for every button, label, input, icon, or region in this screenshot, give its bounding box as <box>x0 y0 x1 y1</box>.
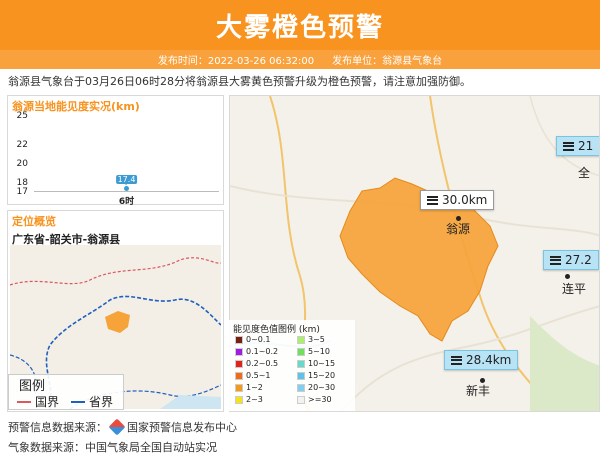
station-value-wengyuan: 30.0km <box>442 193 488 207</box>
visibility-legend-title: 能见度色值图例 (km) <box>233 325 320 335</box>
place-label-lianping: 连平 <box>562 282 587 296</box>
visibility-swatch <box>297 371 305 380</box>
visibility-swatch <box>235 347 243 356</box>
visibility-legend-item: 2~3 <box>235 395 263 404</box>
station-callout-lianping[interactable]: 27.2 <box>543 250 599 270</box>
visibility-legend-item: 20~30 <box>297 383 335 392</box>
warning-center-logo-icon <box>108 418 126 436</box>
place-label-wengyuan: 翁源 <box>446 222 471 236</box>
weather-source-line: 气象数据来源：中国气象局全国自动站实况 <box>8 439 217 455</box>
warning-title: 大雾橙色预警 <box>215 12 384 43</box>
visibility-swatch <box>235 395 243 404</box>
visibility-range-label: 1~2 <box>246 383 263 392</box>
visibility-swatch <box>235 383 243 392</box>
visibility-swatch <box>297 383 305 392</box>
visibility-swatch <box>297 335 305 344</box>
visibility-range-label: 20~30 <box>308 383 336 392</box>
visibility-range-label: 2~3 <box>246 395 263 404</box>
visibility-legend-item: 0.5~1 <box>235 371 271 380</box>
y-tick-label: 17 <box>16 187 28 197</box>
station-value-xinfeng: 28.4km <box>466 353 512 367</box>
y-tick-label: 18 <box>16 177 28 188</box>
province-border-swatch <box>71 400 85 403</box>
visibility-swatch <box>297 359 305 368</box>
place-label-xinfeng: 新丰 <box>466 384 491 398</box>
warning-source-line: 预警信息数据来源： 国家预警信息发布中心 <box>8 418 237 436</box>
warning-meta-bar: 发布时间：2022-03-26 06:32:00 发布单位：翁源县气象台 <box>0 50 600 69</box>
visibility-range-label: 5~10 <box>308 347 330 356</box>
visibility-range-label: 10~15 <box>308 359 336 368</box>
visibility-chart-title: 翁源当地能见度实况(km) <box>12 100 140 113</box>
y-tick-label: 22 <box>16 139 28 150</box>
visibility-range-label: 3~5 <box>308 335 325 344</box>
visibility-legend-item: 15~20 <box>297 371 335 380</box>
national-border-swatch <box>17 400 31 403</box>
visibility-swatch <box>297 347 305 356</box>
menu-icon <box>451 355 462 365</box>
y-tick-label: 25 <box>16 111 28 121</box>
visibility-range-label: 0~0.1 <box>246 335 271 344</box>
visibility-legend-item: 0.2~0.5 <box>235 359 278 368</box>
visibility-range-label: 0.2~0.5 <box>246 359 279 368</box>
warning-title-banner: 大雾橙色预警 <box>0 0 600 50</box>
visibility-legend-item: 5~10 <box>297 347 330 356</box>
warning-content: 翁源县气象台于03月26日06时28分将翁源县大雾黄色预警升级为橙色预警，请注意… <box>8 75 471 88</box>
legend-national-border: 国界 <box>17 393 59 410</box>
chart-data-label: 17.4 <box>115 175 138 186</box>
visibility-legend-item: 0~0.1 <box>235 335 271 344</box>
warning-source-label: 预警信息数据来源： <box>8 421 107 434</box>
visibility-legend-item: >=30 <box>297 395 332 404</box>
chart-plot-area: 17.4 <box>34 116 219 192</box>
location-legend: 图例 国界 省界 <box>8 374 124 410</box>
visibility-range-label: >=30 <box>308 395 332 404</box>
publish-time: 发布时间：2022-03-26 06:32:00 <box>157 56 315 67</box>
menu-icon <box>563 141 574 151</box>
publisher: 发布单位：翁源县气象台 <box>332 56 443 67</box>
visibility-range-label: 0.5~1 <box>246 371 271 380</box>
station-callout-wengyuan[interactable]: 30.0km <box>420 190 495 210</box>
chart-y-axis: 25 22 20 18 17 <box>12 111 30 197</box>
visibility-range-label: 15~20 <box>308 371 336 380</box>
visibility-legend-item: 3~5 <box>297 335 325 344</box>
legend-province-border: 省界 <box>71 393 113 410</box>
legend-province-border-label: 省界 <box>89 395 114 409</box>
visibility-swatch <box>297 395 305 404</box>
visibility-range-label: 0.1~0.2 <box>246 347 279 356</box>
legend-title: 图例 <box>19 379 46 394</box>
visibility-swatch <box>235 335 243 344</box>
visibility-legend-item: 1~2 <box>235 383 263 392</box>
visibility-color-legend: 能见度色值图例 (km) 0~0.1 0.1~0.2 0.2~0.5 0.5~1 1~2… <box>229 320 355 411</box>
station-value-lianping: 27.2 <box>565 253 592 267</box>
visibility-legend-item: 10~15 <box>297 359 335 368</box>
legend-national-border-label: 国界 <box>35 395 60 409</box>
visibility-swatch <box>235 359 243 368</box>
visibility-chart-panel: 翁源当地能见度实况(km) 25 22 20 18 17 17.4 6时 <box>7 95 224 207</box>
location-overview-title: 定位概览 <box>12 215 56 228</box>
station-callout-northeast[interactable]: 21 <box>556 136 599 156</box>
x-tick-label: 6时 <box>118 197 135 207</box>
menu-icon <box>427 195 438 205</box>
station-callout-xinfeng[interactable]: 28.4km <box>444 350 519 370</box>
station-value-northeast: 21 <box>578 139 594 153</box>
menu-icon <box>550 255 561 265</box>
weather-source-label: 气象数据来源：中国气象局全国自动站实况 <box>8 441 217 454</box>
y-tick-label: 20 <box>16 158 28 169</box>
visibility-legend-item: 0.1~0.2 <box>235 347 278 356</box>
visibility-swatch <box>235 371 243 380</box>
station-marker-lianping <box>565 274 570 279</box>
place-label-quan: 全 <box>578 166 591 180</box>
warning-source-name[interactable]: 国家预警信息发布中心 <box>127 419 237 435</box>
